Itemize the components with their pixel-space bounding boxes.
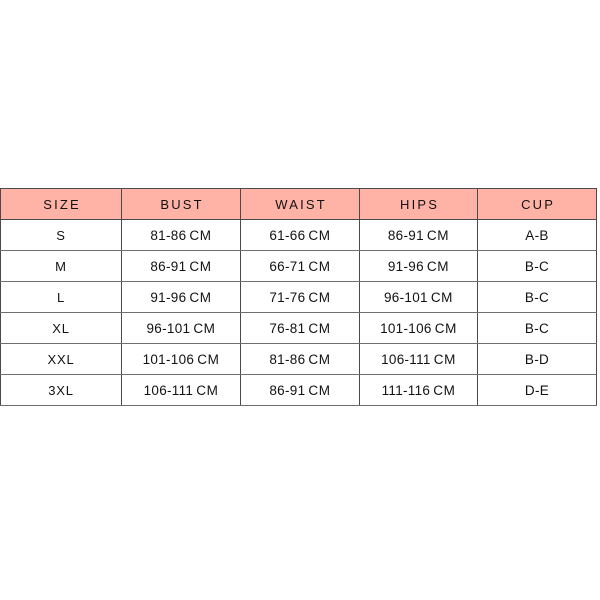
cell-hips: 101-106 CM [359, 312, 478, 344]
cell-cup: A-B [477, 219, 597, 251]
bust-unit: CM [196, 382, 219, 398]
cell-cup: B-D [477, 343, 597, 375]
column-header-waist: WAIST [240, 188, 360, 220]
waist-unit: CM [308, 320, 331, 336]
waist-range: 71-76 [269, 289, 306, 305]
size-chart-body: S 81-86 CM 61-66 CM 86-91 CM A-B M 86-91 CM … [0, 219, 597, 406]
bust-range: 91-96 [150, 289, 187, 305]
bust-range: 106-111 [143, 382, 194, 398]
cell-size: L [0, 281, 122, 313]
size-chart-header: SIZE BUST WAIST HIPS CUP [0, 188, 597, 220]
cell-cup: B-C [477, 312, 597, 344]
bust-unit: CM [193, 320, 216, 336]
cell-hips: 86-91 CM [359, 219, 478, 251]
table-row: XXL 101-106 CM 81-86 CM 106-111 CM B-D [0, 343, 597, 375]
hips-unit: CM [426, 258, 450, 274]
waist-range: 76-81 [269, 320, 306, 336]
cell-size: 3XL [0, 374, 122, 406]
hips-unit: CM [426, 227, 450, 243]
table-header-row: SIZE BUST WAIST HIPS CUP [0, 188, 597, 220]
bust-range: 86-91 [150, 258, 187, 274]
bust-unit: CM [197, 351, 220, 367]
hips-range: 101-106 [380, 320, 432, 336]
cell-bust: 81-86 CM [121, 219, 241, 251]
hips-unit: CM [433, 382, 456, 398]
cell-cup: B-C [477, 281, 597, 313]
cell-bust: 91-96 CM [121, 281, 241, 313]
waist-unit: CM [308, 382, 331, 398]
waist-unit: CM [308, 258, 331, 274]
cell-hips: 111-116 CM [359, 374, 478, 406]
cell-bust: 96-101 CM [121, 312, 241, 344]
waist-unit: CM [308, 227, 331, 243]
hips-unit: CM [430, 289, 454, 305]
cell-size: S [0, 219, 122, 251]
bust-unit: CM [189, 227, 212, 243]
waist-range: 66-71 [269, 258, 306, 274]
cell-size: XXL [0, 343, 122, 375]
column-header-hips: HIPS [359, 188, 478, 220]
waist-range: 61-66 [269, 227, 306, 243]
table-row: S 81-86 CM 61-66 CM 86-91 CM A-B [0, 219, 597, 251]
hips-range: 96-101 [383, 289, 428, 305]
hips-range: 111-116 [381, 382, 431, 398]
hips-range: 91-96 [387, 258, 424, 274]
cell-cup: B-C [477, 250, 597, 282]
table-row: 3XL 106-111 CM 86-91 CM 111-116 CM D-E [0, 374, 597, 406]
hips-range: 106-111 [381, 351, 431, 367]
cell-size: M [0, 250, 122, 282]
bust-unit: CM [189, 258, 212, 274]
cell-bust: 101-106 CM [121, 343, 241, 375]
bust-range: 101-106 [142, 351, 195, 367]
bust-unit: CM [189, 289, 212, 305]
cell-size: XL [0, 312, 122, 344]
size-chart-table: SIZE BUST WAIST HIPS CUP S 81-86 CM 61-66… [0, 188, 597, 406]
column-header-cup: CUP [477, 188, 597, 220]
table-row: M 86-91 CM 66-71 CM 91-96 CM B-C [0, 250, 597, 282]
waist-unit: CM [308, 351, 331, 367]
cell-hips: 106-111 CM [359, 343, 478, 375]
hips-unit: CM [433, 351, 456, 367]
table-row: L 91-96 CM 71-76 CM 96-101 CM B-C [0, 281, 597, 313]
cell-waist: 66-71 CM [240, 250, 360, 282]
hips-unit: CM [434, 320, 457, 336]
cell-bust: 106-111 CM [121, 374, 241, 406]
cell-bust: 86-91 CM [121, 250, 241, 282]
cell-hips: 96-101 CM [359, 281, 478, 313]
bust-range: 96-101 [146, 320, 191, 336]
size-chart-container: SIZE BUST WAIST HIPS CUP S 81-86 CM 61-66… [0, 188, 597, 406]
table-row: XL 96-101 CM 76-81 CM 101-106 CM B-C [0, 312, 597, 344]
cell-waist: 86-91 CM [240, 374, 360, 406]
hips-range: 86-91 [387, 227, 424, 243]
cell-waist: 61-66 CM [240, 219, 360, 251]
column-header-bust: BUST [121, 188, 241, 220]
cell-waist: 71-76 CM [240, 281, 360, 313]
cell-cup: D-E [477, 374, 597, 406]
bust-range: 81-86 [150, 227, 187, 243]
cell-hips: 91-96 CM [359, 250, 478, 282]
waist-range: 81-86 [269, 351, 306, 367]
waist-unit: CM [308, 289, 331, 305]
waist-range: 86-91 [269, 382, 306, 398]
column-header-size: SIZE [0, 188, 122, 220]
cell-waist: 76-81 CM [240, 312, 360, 344]
cell-waist: 81-86 CM [240, 343, 360, 375]
